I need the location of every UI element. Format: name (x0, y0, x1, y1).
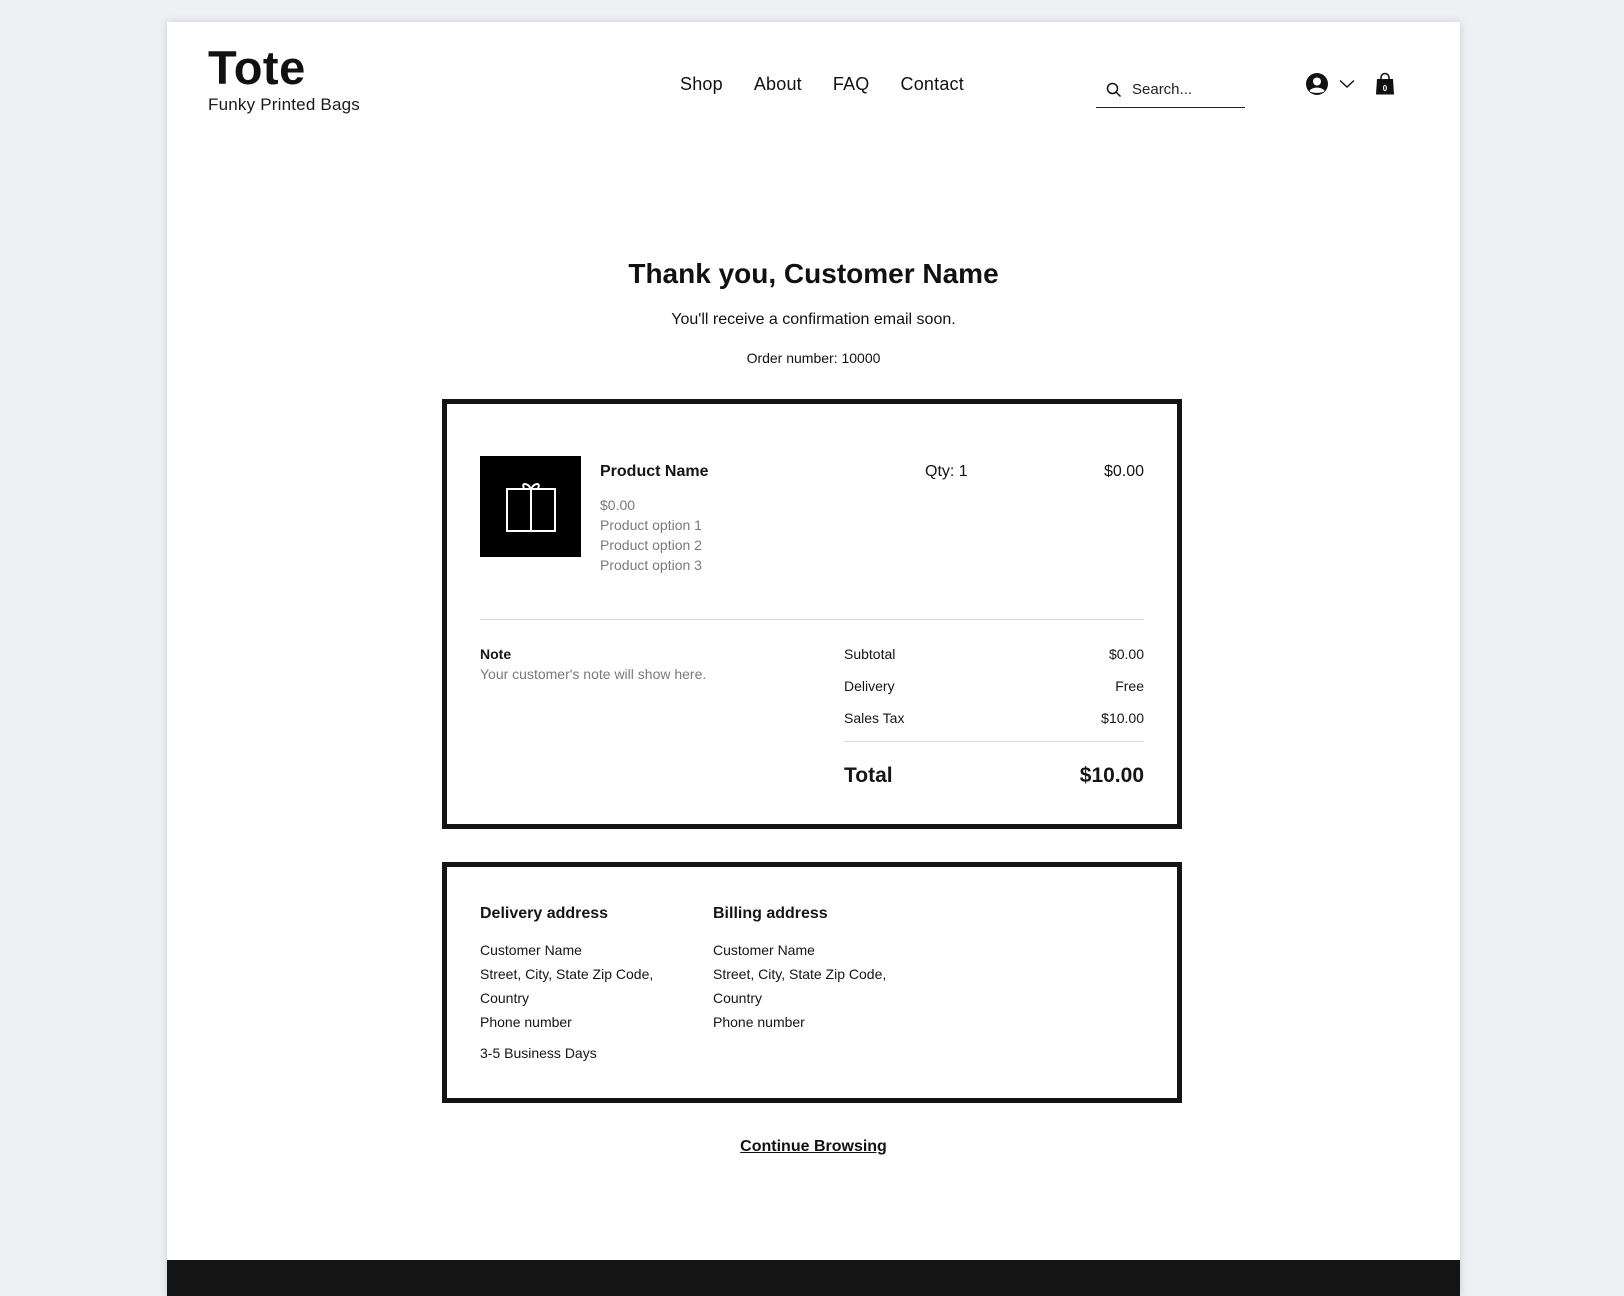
nav-shop[interactable]: Shop (680, 74, 723, 95)
billing-address-title: Billing address (713, 905, 828, 922)
continue-browsing: Continue Browsing (167, 1138, 1460, 1156)
summary-label: Subtotal (844, 646, 896, 662)
total-value: $10.00 (1079, 764, 1144, 787)
nav-about[interactable]: About (754, 74, 802, 95)
summary-label: Delivery (844, 678, 895, 694)
address-line: Country (713, 990, 763, 1006)
main-nav: Shop About FAQ Contact (680, 74, 995, 95)
product-unit-price: $0.00 (600, 497, 636, 513)
brand-title[interactable]: Tote (208, 42, 360, 94)
account-menu[interactable] (1305, 72, 1355, 96)
summary-row-subtotal: Subtotal $0.00 (844, 646, 1144, 662)
summary-value: Free (1115, 678, 1144, 694)
search-input[interactable] (1132, 81, 1242, 98)
note-label: Note (480, 646, 512, 662)
summary-value: $0.00 (1108, 646, 1144, 662)
chevron-down-icon[interactable] (1339, 79, 1355, 89)
nav-contact[interactable]: Contact (901, 74, 964, 95)
cart-count: 0 (1383, 84, 1388, 93)
address-line: Customer Name (713, 942, 815, 958)
nav-faq[interactable]: FAQ (833, 74, 870, 95)
delivery-eta: 3-5 Business Days (480, 1045, 597, 1061)
summary-divider (844, 741, 1144, 742)
billing-address: Billing address Customer Name Street, Ci… (713, 905, 886, 1034)
search-icon (1106, 82, 1122, 97)
order-summary-box: Product Name $0.00 Product option 1 Prod… (442, 399, 1182, 829)
product-option: Product option 1 (600, 517, 702, 533)
confirmation-message: You'll receive a confirmation email soon… (671, 311, 956, 328)
gift-box-icon (505, 482, 556, 532)
product-thumbnail (480, 456, 581, 557)
product-name: Product Name (600, 463, 709, 480)
user-avatar-icon[interactable] (1305, 72, 1329, 96)
thank-you-heading: Thank you, Customer Name (628, 258, 999, 289)
total-label: Total (844, 764, 893, 787)
address-line: Phone number (713, 1014, 805, 1030)
divider (480, 619, 1144, 620)
delivery-address: Delivery address Customer Name Street, C… (480, 905, 653, 1061)
continue-browsing-link[interactable]: Continue Browsing (740, 1138, 887, 1155)
product-option: Product option 3 (600, 557, 702, 573)
delivery-address-title: Delivery address (480, 905, 609, 922)
address-line: Country (480, 990, 530, 1006)
summary-row-delivery: Delivery Free (844, 678, 1144, 694)
summary-value: $10.00 (1101, 710, 1144, 726)
summary-total: Total $10.00 (844, 764, 1144, 788)
page: Tote Funky Printed Bags Shop About FAQ C… (167, 22, 1460, 1296)
shopping-bag-icon[interactable]: 0 (1375, 72, 1395, 96)
order-number: Order number: 10000 (746, 350, 881, 366)
brand[interactable]: Tote Funky Printed Bags (208, 42, 360, 115)
address-line: Phone number (480, 1014, 572, 1030)
product-option: Product option 2 (600, 537, 702, 553)
footer (167, 1260, 1460, 1296)
product-quantity: Qty: 1 (925, 463, 968, 480)
product-line-price: $0.00 (1103, 463, 1144, 480)
address-line: Street, City, State Zip Code, (480, 966, 654, 982)
summary-label: Sales Tax (844, 710, 905, 726)
brand-tagline: Funky Printed Bags (208, 95, 360, 114)
search-box[interactable] (1096, 72, 1245, 108)
note-text: Your customer's note will show here. (480, 666, 707, 682)
address-line: Customer Name (480, 942, 582, 958)
address-line: Street, City, State Zip Code, (713, 966, 887, 982)
address-box: Delivery address Customer Name Street, C… (442, 862, 1182, 1103)
summary-row-sales-tax: Sales Tax $10.00 (844, 710, 1144, 726)
cart-button[interactable]: 0 (1375, 72, 1395, 101)
